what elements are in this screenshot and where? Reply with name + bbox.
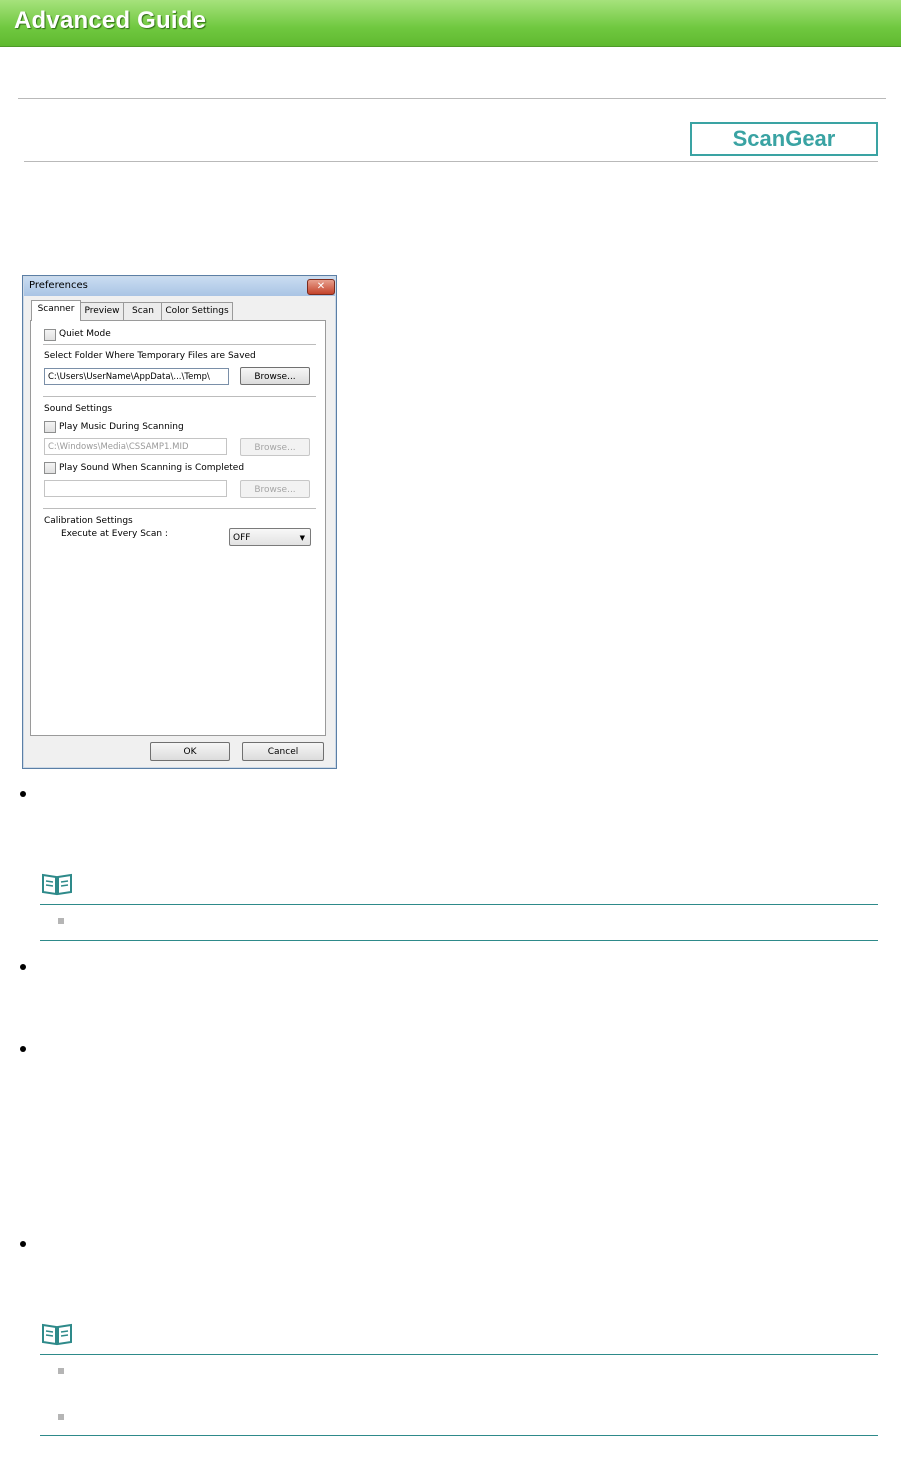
close-button[interactable]: ✕ — [307, 279, 335, 295]
book-icon — [40, 1322, 74, 1346]
quiet-mode-checkbox[interactable] — [44, 329, 56, 341]
bullet-icon — [20, 791, 26, 797]
bullet-icon — [20, 1046, 26, 1052]
bullet-icon — [20, 1241, 26, 1247]
tab-scan[interactable]: Scan — [123, 302, 163, 320]
separator — [43, 396, 316, 398]
execute-every-scan-select[interactable]: OFF ▼ — [229, 528, 311, 546]
separator — [43, 508, 316, 510]
note-divider — [40, 904, 878, 905]
music-browse-button[interactable]: Browse... — [240, 438, 310, 456]
separator — [43, 344, 316, 346]
header-title: Advanced Guide — [14, 7, 207, 34]
chevron-down-icon: ▼ — [299, 534, 305, 542]
sound-settings-label: Sound Settings — [44, 404, 113, 414]
dialog-title: Preferences — [29, 280, 88, 291]
scangear-badge: ScanGear — [690, 122, 878, 156]
divider — [24, 161, 878, 162]
temp-folder-input[interactable]: C:\Users\UserName\AppData\...\Temp\ — [44, 368, 229, 385]
note-divider — [40, 940, 878, 941]
calibration-label: Calibration Settings — [44, 516, 133, 526]
tab-preview[interactable]: Preview — [79, 302, 125, 320]
temp-folder-label: Select Folder Where Temporary Files are … — [44, 351, 256, 361]
note-bullet-icon — [58, 1368, 64, 1374]
cancel-button[interactable]: Cancel — [242, 742, 324, 761]
tab-scanner[interactable]: Scanner — [31, 300, 81, 321]
quiet-mode-label: Quiet Mode — [59, 329, 111, 339]
execute-every-scan-label: Execute at Every Scan : — [61, 529, 168, 539]
ok-button[interactable]: OK — [150, 742, 230, 761]
play-music-checkbox[interactable] — [44, 421, 56, 433]
tab-color-settings[interactable]: Color Settings — [161, 302, 233, 320]
temp-folder-browse-button[interactable]: Browse... — [240, 367, 310, 385]
note-bullet-icon — [58, 918, 64, 924]
note-divider — [40, 1354, 878, 1355]
book-icon — [40, 872, 74, 896]
preferences-dialog: Preferences ✕ Scanner Preview Scan Color… — [22, 275, 337, 769]
scanner-tab-panel: Quiet Mode Select Folder Where Temporary… — [30, 320, 326, 736]
music-file-input[interactable]: C:\Windows\Media\CSSAMP1.MID — [44, 438, 227, 455]
play-sound-checkbox[interactable] — [44, 462, 56, 474]
divider — [18, 98, 886, 99]
note-divider — [40, 1435, 878, 1436]
execute-every-scan-value: OFF — [233, 533, 251, 543]
play-sound-label: Play Sound When Scanning is Completed — [59, 463, 245, 473]
note-bullet-icon — [58, 1414, 64, 1420]
sound-browse-button[interactable]: Browse... — [240, 480, 310, 498]
header-banner: Advanced Guide — [0, 0, 901, 47]
play-music-label: Play Music During Scanning — [59, 422, 184, 432]
dialog-titlebar: Preferences ✕ — [24, 277, 335, 296]
close-icon: ✕ — [316, 281, 326, 292]
bullet-icon — [20, 964, 26, 970]
sound-file-input[interactable] — [44, 480, 227, 497]
